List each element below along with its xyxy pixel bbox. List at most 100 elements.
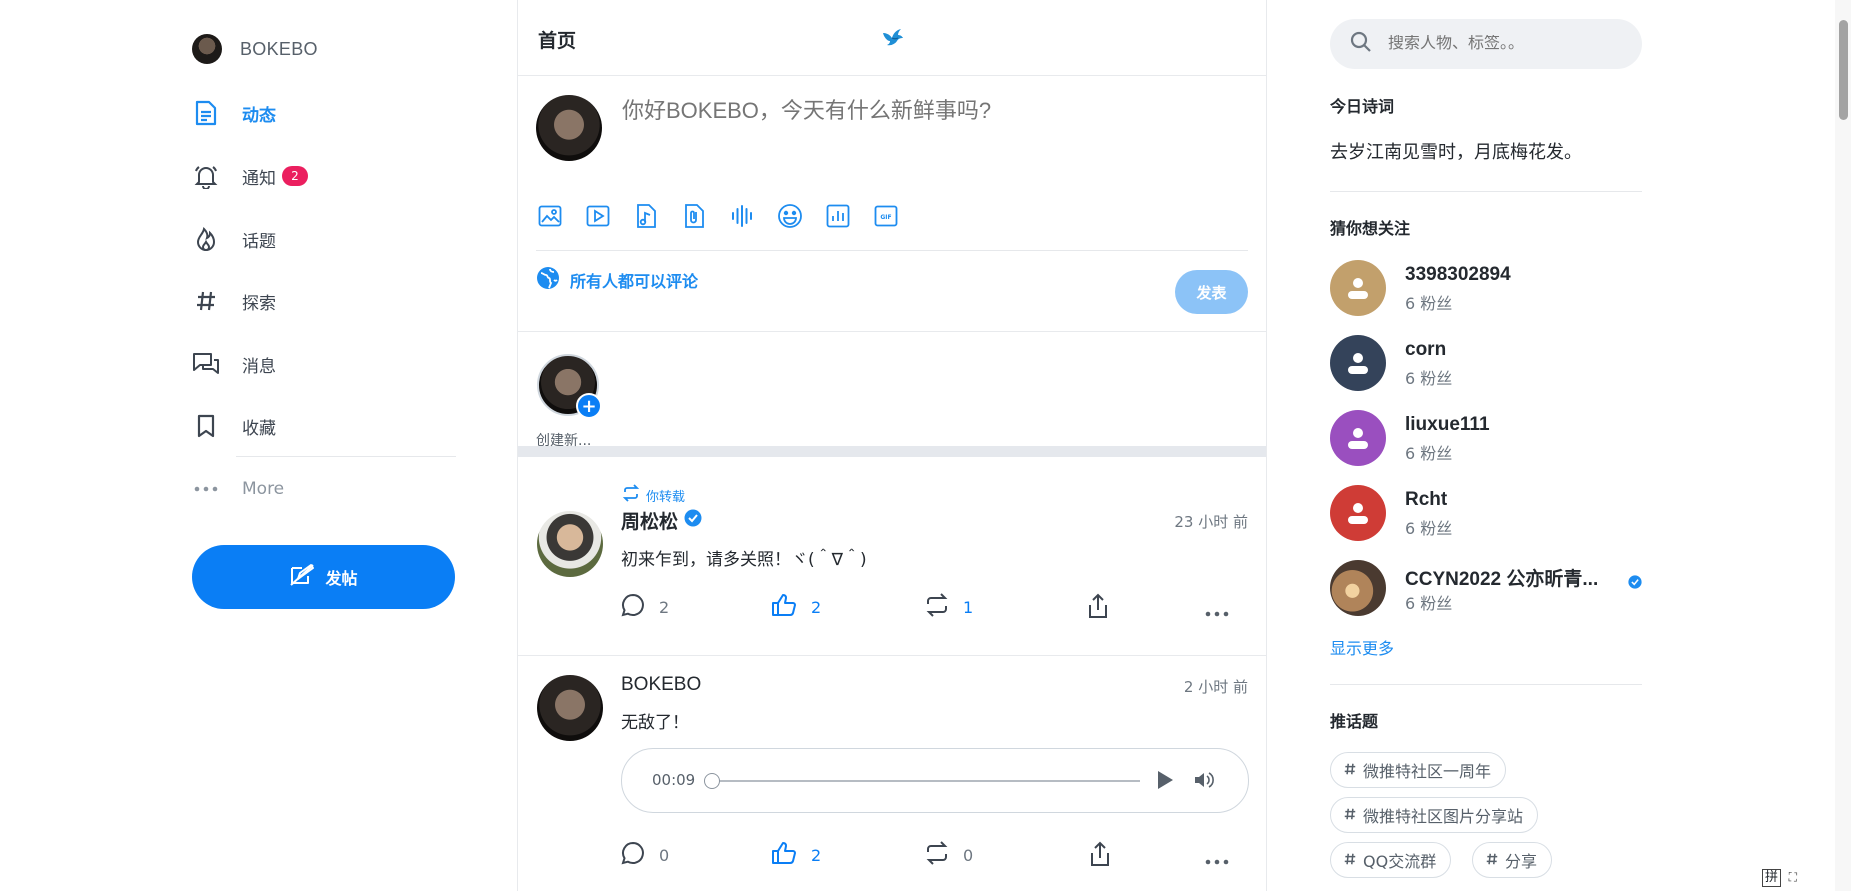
- nav-item-feed[interactable]: 动态: [192, 97, 456, 129]
- search-icon: [1350, 31, 1372, 57]
- share-button[interactable]: [1089, 841, 1111, 871]
- bird-logo-icon[interactable]: [880, 24, 906, 54]
- music-file-icon[interactable]: [632, 202, 660, 230]
- comment-button[interactable]: 2: [621, 593, 669, 621]
- topic-tag[interactable]: 微推特社区图片分享站: [1330, 797, 1539, 833]
- composer-input[interactable]: [622, 98, 1242, 124]
- play-icon[interactable]: [1156, 770, 1174, 794]
- repost-action-icon: [925, 841, 949, 869]
- composer-toolbar: GIF: [536, 202, 900, 230]
- emoji-icon[interactable]: [776, 202, 804, 230]
- topic-tag-label: 微推特社区一周年: [1363, 762, 1492, 781]
- new-post-button[interactable]: 发帖: [192, 545, 455, 609]
- suggested-user[interactable]: liuxue111 6 粉丝: [1330, 410, 1642, 468]
- topic-tag[interactable]: QQ交流群: [1330, 842, 1452, 878]
- repost-icon: [622, 484, 640, 506]
- gif-icon[interactable]: GIF: [872, 202, 900, 230]
- topic-tag[interactable]: 分享: [1472, 842, 1553, 878]
- current-user[interactable]: BOKEBO: [192, 34, 318, 64]
- repost-count: 0: [963, 845, 974, 865]
- nav-item-messages[interactable]: 消息: [192, 348, 456, 380]
- nav-item-more[interactable]: More: [192, 473, 456, 505]
- audio-seek-handle[interactable]: [704, 773, 720, 789]
- attachment-icon[interactable]: [680, 202, 708, 230]
- suggested-user[interactable]: corn 6 粉丝: [1330, 335, 1642, 393]
- search-box[interactable]: [1330, 19, 1642, 69]
- image-icon[interactable]: [536, 202, 564, 230]
- ime-indicator[interactable]: 拼: [1761, 869, 1781, 887]
- page-scrollbar[interactable]: [1835, 0, 1851, 891]
- user-avatar: [1330, 485, 1386, 541]
- comment-count: 0: [659, 845, 670, 865]
- add-story-plus-icon[interactable]: +: [576, 393, 602, 419]
- post-author-avatar[interactable]: [537, 675, 603, 741]
- search-input[interactable]: [1388, 35, 1628, 53]
- hash-icon: [192, 287, 220, 315]
- audio-player: 00:09: [621, 748, 1249, 813]
- globe-icon: [536, 266, 560, 294]
- post-author[interactable]: BOKEBO: [621, 674, 701, 696]
- post-card: BOKEBO 2 小时 前 无敌了！ 00:09 0 2 0: [518, 656, 1266, 891]
- composer-avatar[interactable]: [536, 95, 602, 161]
- bell-icon: [192, 162, 220, 190]
- suggested-user-name: CCYN2022 公亦昕青...: [1405, 569, 1599, 590]
- like-button[interactable]: 2: [771, 841, 821, 869]
- like-button[interactable]: 2: [771, 593, 821, 621]
- new-post-label: 发帖: [325, 571, 358, 588]
- suggested-user-fans: 6 粉丝: [1405, 369, 1453, 388]
- post-author-name: 周松松: [621, 511, 679, 533]
- post-actions: 2 2 1: [621, 593, 1248, 621]
- comment-privacy-selector[interactable]: 所有人都可以评论: [536, 266, 698, 294]
- user-avatar: [1330, 410, 1386, 466]
- poem-text: 去岁江南见雪时，月底梅花发。: [1330, 142, 1582, 163]
- topic-tag[interactable]: 微推特社区一周年: [1330, 752, 1507, 788]
- post-author-avatar[interactable]: [537, 511, 603, 577]
- share-icon: [1087, 593, 1109, 623]
- suggested-user-fans: 6 粉丝: [1405, 294, 1453, 313]
- main-feed: 首页 你好BOKEBO，今天有什么新鲜事吗? GIF 所有人都可以评论 发表 +…: [517, 0, 1267, 891]
- more-options-button[interactable]: [1205, 603, 1229, 622]
- suggested-user[interactable]: CCYN2022 公亦昕青... 6 粉丝: [1330, 560, 1642, 618]
- svg-text:GIF: GIF: [880, 214, 891, 221]
- nav-item-topics[interactable]: 话题: [192, 223, 456, 255]
- create-story-label: 创建新...: [536, 433, 592, 449]
- more-options-button[interactable]: [1205, 851, 1229, 870]
- suggested-user[interactable]: 3398302894 6 粉丝: [1330, 260, 1642, 318]
- poll-chart-icon[interactable]: [824, 202, 852, 230]
- repost-button[interactable]: 0: [925, 841, 973, 869]
- audio-wave-icon[interactable]: [728, 202, 756, 230]
- video-icon[interactable]: [584, 202, 612, 230]
- show-more-link[interactable]: 显示更多: [1330, 635, 1394, 659]
- post-text: 初来乍到，请多关照！ヾ(＾∇＾): [621, 550, 867, 570]
- ellipsis-icon: [192, 475, 220, 503]
- publish-button[interactable]: 发表: [1175, 270, 1248, 314]
- nav-item-notifications[interactable]: 通知 2: [192, 160, 456, 192]
- chat-icon: [192, 350, 220, 378]
- notification-badge: 2: [282, 166, 308, 186]
- nav-item-explore[interactable]: 探索: [192, 285, 456, 317]
- topics-title: 推话题: [1330, 712, 1379, 731]
- nav-label-feed: 动态: [242, 105, 276, 126]
- comment-button[interactable]: 0: [621, 841, 669, 869]
- volume-icon[interactable]: [1194, 771, 1214, 793]
- comment-icon: [621, 841, 645, 869]
- repost-button[interactable]: 1: [925, 593, 973, 621]
- scrollbar-thumb[interactable]: [1839, 20, 1848, 120]
- app-root: BOKEBO 动态 通知 2 话题 探索 消息 收藏 More 发帖 首页 你好…: [0, 0, 1851, 891]
- share-button[interactable]: [1087, 593, 1109, 623]
- section-divider: [1330, 684, 1642, 685]
- comment-icon: [621, 593, 645, 621]
- user-avatar[interactable]: [192, 34, 222, 64]
- audio-progress-track[interactable]: [712, 780, 1140, 782]
- suggested-user[interactable]: Rcht 6 粉丝: [1330, 485, 1642, 543]
- post-author[interactable]: 周松松: [621, 507, 702, 534]
- like-count: 2: [811, 845, 822, 865]
- post-time: 2 小时 前: [1183, 678, 1248, 696]
- repost-indicator: 你转载: [622, 484, 685, 506]
- document-icon: [192, 99, 220, 127]
- post-text: 无敌了！: [621, 713, 689, 733]
- suggested-user-name: Rcht: [1405, 489, 1448, 510]
- nav-item-bookmarks[interactable]: 收藏: [192, 410, 456, 442]
- suggested-user-name: liuxue111: [1405, 414, 1490, 435]
- fullscreen-icon[interactable]: ⛶: [1789, 870, 1797, 885]
